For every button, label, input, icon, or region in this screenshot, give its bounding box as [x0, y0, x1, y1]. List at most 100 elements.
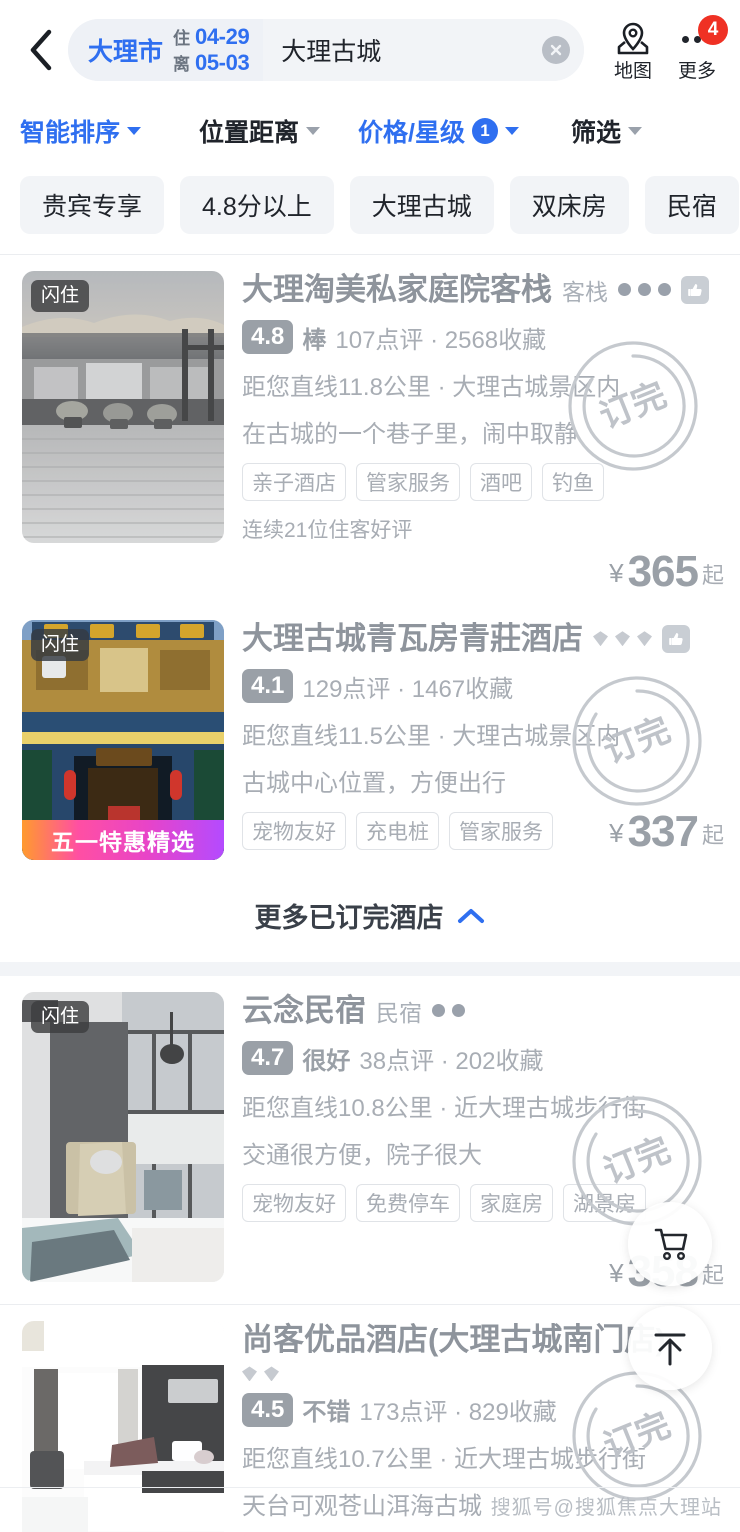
hotel-description: 交通很方便，院子很大 [242, 1141, 482, 1169]
checkin-label: 住 [173, 28, 191, 48]
map-button[interactable]: 地图 [604, 19, 662, 81]
more-soldout-toggle[interactable]: 更多已订完酒店 [0, 869, 740, 962]
hotel-score-row: 4.1 129点评 · 1467收藏 [242, 669, 724, 704]
currency-symbol: ¥ [609, 557, 624, 588]
rank-diamonds-icon [593, 631, 652, 647]
checkout-date: 05-03 [195, 49, 250, 75]
sort-item-filter[interactable]: 筛选 [571, 113, 642, 149]
back-to-top-fab-button[interactable] [628, 1306, 712, 1390]
hotel-description: 古城中心位置，方便出行 [242, 769, 506, 797]
hotel-tag: 管家服务 [356, 462, 460, 501]
hotel-tag: 免费停车 [356, 1183, 460, 1222]
hotel-info: 大理淘美私家庭院客栈 客栈 4.8 棒 107点评 · 2568收藏 距您直线1… [224, 271, 724, 594]
hotel-title-row: 云念民宿 民宿 [242, 992, 724, 1030]
more-soldout-label: 更多已订完酒店 [254, 903, 444, 934]
rating-badge: 4.5 [242, 1392, 294, 1427]
arrow-up-icon [648, 1326, 692, 1370]
more-badge: 4 [698, 15, 728, 45]
hotel-distance: 距您直线10.8公里 · 近大理古城步行街 [242, 1094, 647, 1122]
sold-out-stamp: 订完 [560, 333, 706, 479]
hotel-info: 大理古城青瓦房青莊酒店 4.1 129点评 · 1467收藏 距您直线11.5公… [224, 620, 724, 860]
hotel-name[interactable]: 大理古城青瓦房青莊酒店 [242, 620, 583, 658]
hotel-distance: 距您直线11.5公里 · 大理古城景区内 [242, 722, 621, 750]
hotel-thumbnail[interactable]: 闪住 五一特惠精选 [22, 619, 224, 860]
rank-dots-icon [618, 283, 671, 297]
clear-search-button[interactable] [542, 36, 570, 64]
hotel-tag: 宠物友好 [242, 1183, 346, 1222]
hotel-photo [22, 1320, 224, 1532]
hotel-tag: 充电桩 [356, 811, 439, 850]
cart-fab-button[interactable] [628, 1202, 712, 1286]
hotel-card[interactable]: 闪住 大理淘美私家庭院客栈 客栈 4.8 棒 107点评 · 2568收藏 距您… [0, 255, 740, 604]
hotel-thumbnail[interactable]: 闪住 [22, 991, 224, 1282]
price-unit: 起 [701, 822, 724, 848]
city-date-selector[interactable]: 大理市 住 04-29 离 05-03 [68, 19, 264, 81]
rating-word: 不错 [302, 1399, 351, 1427]
quick-filter-chips: 贵宾专享 4.8分以上 大理古城 双床房 民宿 上榜 [0, 162, 740, 254]
hotel-photo [22, 271, 224, 543]
chip-twin-room[interactable]: 双床房 [509, 176, 629, 234]
price-star-count-badge: 1 [471, 118, 498, 144]
back-button[interactable] [18, 20, 64, 80]
hotel-score-row: 4.7 很好 38点评 · 202收藏 [242, 1041, 724, 1076]
hotel-tag-row: 亲子酒店 管家服务 酒吧 钓鱼 [242, 462, 724, 501]
sort-filter-bar: 智能排序 位置距离 价格/星级 1 筛选 [0, 100, 740, 162]
more-label: 更多 [677, 61, 716, 82]
hotel-thumbnail[interactable] [22, 1320, 224, 1532]
hotel-name[interactable]: 尚客优品酒店(大理古城南门店) [242, 1321, 666, 1359]
hotel-tag: 酒吧 [470, 462, 532, 501]
hotel-photo [22, 991, 224, 1282]
date-range: 住 04-29 离 05-03 [173, 23, 250, 76]
sort-item-price-star[interactable]: 价格/星级 1 [358, 113, 519, 149]
sort-item-location[interactable]: 位置距离 [199, 113, 321, 149]
sort-item-smart[interactable]: 智能排序 [20, 113, 142, 149]
thumbs-up-icon [681, 275, 709, 304]
hotel-tag: 湖景房 [563, 1183, 646, 1222]
checkout-label: 离 [173, 54, 191, 74]
watermark: 搜狐号@搜狐焦点大理站 [490, 1497, 722, 1519]
hotel-price: 365 [627, 546, 699, 596]
map-label: 地图 [613, 61, 652, 82]
hotel-tag: 宠物友好 [242, 811, 346, 850]
hotel-score-row: 4.8 棒 107点评 · 2568收藏 [242, 320, 724, 355]
top-search-bar: 大理市 住 04-29 离 05-03 大理古城 地图 4 更多 [0, 0, 740, 100]
hotel-price-row: ¥ 365 起 [242, 546, 724, 596]
hotel-name[interactable]: 云念民宿 [242, 992, 366, 1030]
sort-item-location-label: 位置距离 [199, 119, 300, 147]
rank-dots-icon [432, 1004, 465, 1018]
sort-item-price-star-label: 价格/星级 [358, 119, 465, 147]
chip-dali-old-town[interactable]: 大理古城 [349, 176, 494, 234]
map-pin-icon [614, 19, 652, 59]
promo-banner: 五一特惠精选 [22, 819, 224, 860]
hotel-name[interactable]: 大理淘美私家庭院客栈 [242, 271, 552, 309]
hotel-tag: 钓鱼 [542, 462, 604, 501]
hotel-praise: 连续21位住客好评 [242, 518, 413, 542]
chip-vip[interactable]: 贵宾专享 [20, 176, 165, 234]
city-name: 大理市 [88, 38, 164, 66]
flash-stay-badge: 闪住 [31, 280, 90, 312]
currency-symbol: ¥ [609, 817, 624, 848]
rating-word: 棒 [302, 326, 327, 354]
rating-badge: 4.8 [242, 320, 294, 355]
app-screen: 大理市 住 04-29 离 05-03 大理古城 地图 4 更多 智能排序 位置… [0, 0, 740, 1532]
review-count: 107点评 · 2568收藏 [335, 326, 547, 354]
checkin-date: 04-29 [195, 23, 250, 49]
price-unit: 起 [701, 562, 724, 588]
hotel-type: 客栈 [562, 278, 608, 305]
close-circle-icon [548, 42, 564, 58]
hotel-distance: 距您直线11.8公里 · 大理古城景区内 [242, 373, 621, 401]
bottom-divider [0, 1487, 740, 1488]
hotel-thumbnail[interactable]: 闪住 [22, 271, 224, 543]
chip-rating[interactable]: 4.8分以上 [180, 176, 334, 234]
checkout-line: 离 05-03 [173, 49, 250, 76]
more-button[interactable]: 4 更多 [668, 15, 728, 82]
search-input[interactable]: 大理古城 [281, 32, 542, 68]
sort-item-smart-label: 智能排序 [20, 119, 121, 147]
search-bar[interactable]: 大理市 住 04-29 离 05-03 大理古城 [68, 19, 584, 81]
keyword-field[interactable]: 大理古城 [263, 19, 584, 81]
hotel-tag: 亲子酒店 [242, 462, 346, 501]
hotel-tag: 家庭房 [470, 1183, 553, 1222]
hotel-card[interactable]: 闪住 五一特惠精选 大理古城青瓦房青莊酒店 4.1 129点评 · 1467收藏… [0, 603, 740, 870]
hotel-type: 民宿 [376, 999, 422, 1026]
chip-homestay[interactable]: 民宿 [644, 176, 739, 234]
